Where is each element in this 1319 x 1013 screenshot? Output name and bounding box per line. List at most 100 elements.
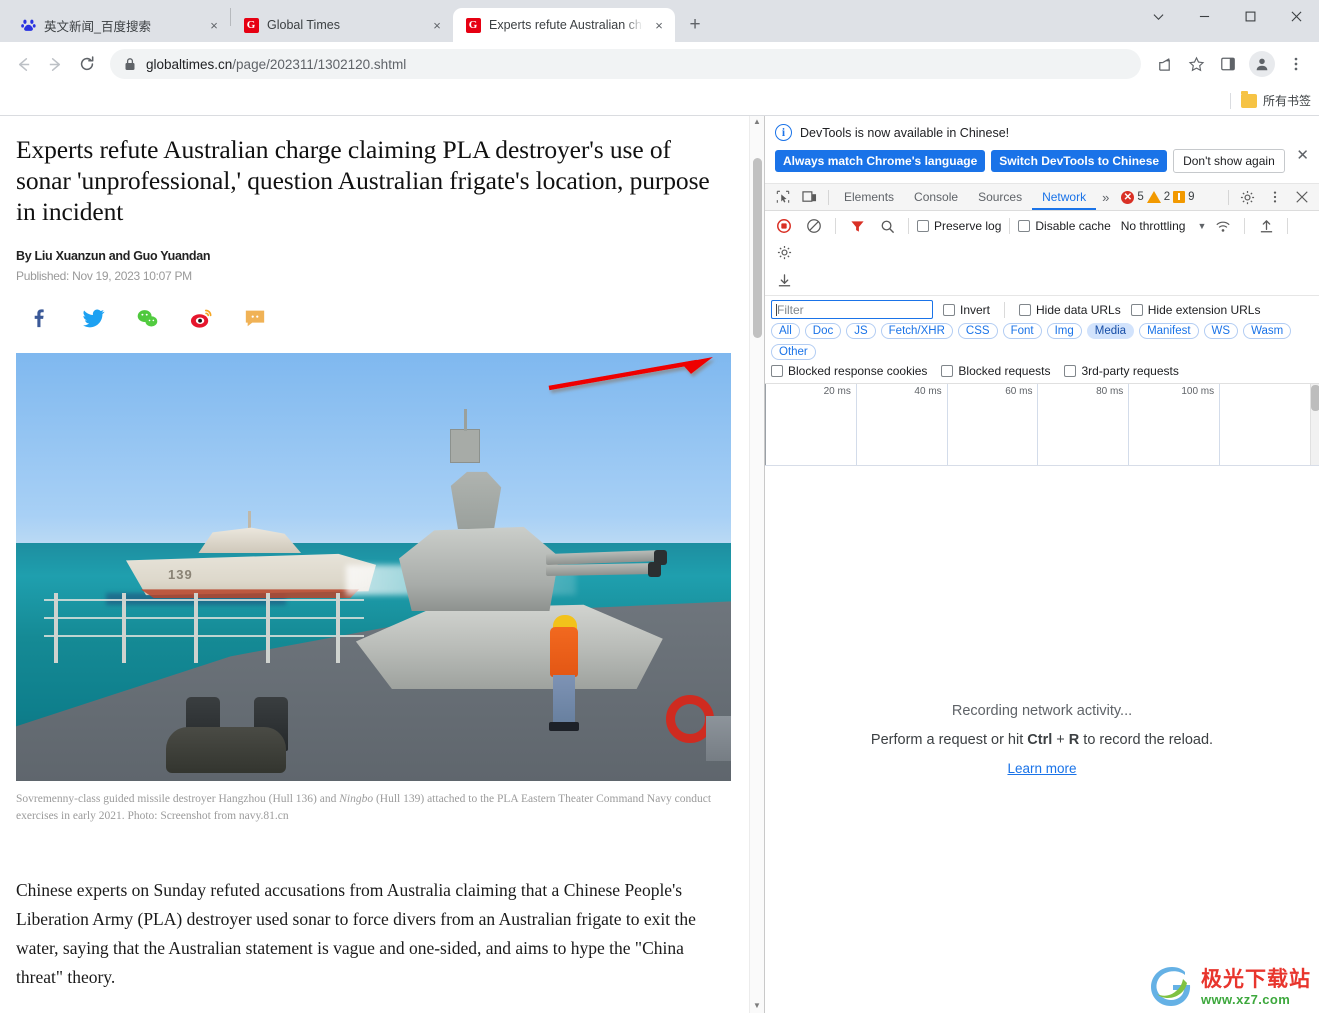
- devtools-panel: i DevTools is now available in Chinese! …: [764, 116, 1319, 1013]
- type-filter-css[interactable]: CSS: [957, 323, 998, 339]
- scrollbar-thumb[interactable]: [752, 158, 762, 338]
- chevron-down-icon[interactable]: ▼: [1197, 221, 1206, 231]
- filter-funnel-icon[interactable]: [844, 214, 870, 238]
- close-devtools-icon[interactable]: [1288, 185, 1315, 210]
- issue-badges[interactable]: ✕ 5 2 9: [1121, 190, 1195, 204]
- invert-checkbox[interactable]: Invert: [943, 303, 990, 317]
- scrollbar-thumb[interactable]: [1310, 385, 1319, 411]
- checkbox-box: [917, 220, 929, 232]
- side-panel-icon[interactable]: [1213, 49, 1243, 79]
- filter-placeholder: Filter: [777, 302, 804, 317]
- import-har-icon[interactable]: [1253, 214, 1279, 238]
- warning-icon: [1146, 191, 1161, 203]
- new-tab-button[interactable]: +: [681, 11, 709, 39]
- blocked-response-cookies-checkbox[interactable]: Blocked response cookies: [771, 364, 927, 378]
- type-filter-media[interactable]: Media: [1086, 323, 1135, 339]
- checkbox-box: [771, 365, 783, 377]
- tab-console[interactable]: Console: [904, 184, 968, 210]
- share-icon[interactable]: [1149, 49, 1179, 79]
- close-icon[interactable]: [1273, 0, 1319, 32]
- tab-title: 英文新闻_百度搜索: [44, 19, 151, 34]
- network-empty-state: Recording network activity... Perform a …: [765, 466, 1319, 1013]
- watermark-url: www.xz7.com: [1201, 991, 1291, 1007]
- tab-elements[interactable]: Elements: [834, 184, 904, 210]
- kebab-menu-icon[interactable]: [1261, 185, 1288, 210]
- issue-count: 9: [1188, 191, 1195, 203]
- search-input[interactable]: Filter: [771, 300, 933, 319]
- tab-network[interactable]: Network: [1032, 184, 1096, 210]
- network-timeline-overview[interactable]: 20 ms 40 ms 60 ms 80 ms 100 ms: [765, 384, 1319, 466]
- hide-data-urls-checkbox[interactable]: Hide data URLs: [1019, 303, 1121, 317]
- type-filter-doc[interactable]: Doc: [804, 323, 842, 339]
- type-filter-js[interactable]: JS: [846, 323, 876, 339]
- search-icon[interactable]: [874, 214, 900, 238]
- clear-icon[interactable]: [801, 214, 827, 238]
- issue-icon: [1173, 191, 1186, 203]
- export-har-icon[interactable]: [771, 268, 797, 292]
- type-filter-fetch-xhr[interactable]: Fetch/XHR: [880, 323, 953, 339]
- chevron-down-icon[interactable]: [1135, 0, 1181, 32]
- always-match-language-button[interactable]: Always match Chrome's language: [775, 150, 986, 172]
- site-watermark: 极光下载站 www.xz7.com: [1151, 967, 1311, 1007]
- scroll-up-arrow-icon[interactable]: ▲: [753, 118, 761, 126]
- close-notice-icon[interactable]: ✕: [1296, 148, 1309, 163]
- profile-avatar-icon[interactable]: [1249, 51, 1275, 77]
- throttling-dropdown[interactable]: No throttling: [1121, 219, 1186, 233]
- type-filter-manifest[interactable]: Manifest: [1139, 323, 1199, 339]
- switch-to-chinese-button[interactable]: Switch DevTools to Chinese: [991, 150, 1168, 172]
- inspect-element-icon[interactable]: [769, 185, 796, 210]
- comment-icon[interactable]: [242, 305, 268, 331]
- dont-show-again-button[interactable]: Don't show again: [1173, 149, 1285, 173]
- type-filter-other[interactable]: Other: [771, 344, 816, 360]
- record-stop-icon[interactable]: [771, 214, 797, 238]
- type-filter-font[interactable]: Font: [1002, 323, 1042, 339]
- tab-close-button[interactable]: ×: [429, 17, 445, 33]
- forward-arrow-icon[interactable]: [40, 49, 70, 79]
- twitter-icon[interactable]: [80, 305, 106, 331]
- weibo-icon[interactable]: [188, 305, 214, 331]
- main-area: Experts refute Australian charge claimin…: [0, 116, 1319, 1013]
- wechat-icon[interactable]: [134, 305, 160, 331]
- gun-turret: [399, 526, 559, 612]
- tab-sources[interactable]: Sources: [968, 184, 1032, 210]
- settings-gear-icon[interactable]: [771, 240, 797, 264]
- timeline-scrollbar[interactable]: [1309, 384, 1319, 465]
- network-conditions-icon[interactable]: [1210, 214, 1236, 238]
- learn-more-link[interactable]: Learn more: [1007, 761, 1076, 776]
- third-party-requests-checkbox[interactable]: 3rd-party requests: [1064, 364, 1179, 378]
- more-tabs-icon[interactable]: »: [1096, 190, 1115, 205]
- tab-close-button[interactable]: ×: [206, 17, 222, 33]
- reload-icon[interactable]: [72, 49, 102, 79]
- maximize-icon[interactable]: [1227, 0, 1273, 32]
- browser-tab-1[interactable]: 英文新闻_百度搜索 ×: [8, 8, 230, 42]
- tab-close-button[interactable]: ×: [651, 17, 667, 33]
- type-filter-wasm[interactable]: Wasm: [1243, 323, 1292, 339]
- hide-extension-urls-checkbox[interactable]: Hide extension URLs: [1130, 303, 1260, 317]
- device-toolbar-icon[interactable]: [796, 185, 823, 210]
- address-bar[interactable]: globaltimes.cn/page/202311/1302120.shtml: [110, 49, 1141, 79]
- disable-cache-checkbox[interactable]: Disable cache: [1018, 219, 1111, 233]
- hide-data-urls-label: Hide data URLs: [1036, 302, 1121, 317]
- scroll-down-arrow-icon[interactable]: ▼: [753, 1002, 761, 1010]
- disable-cache-label: Disable cache: [1035, 219, 1111, 233]
- all-bookmarks-label[interactable]: 所有书签: [1263, 92, 1311, 109]
- minimize-icon[interactable]: [1181, 0, 1227, 32]
- back-arrow-icon[interactable]: [8, 49, 38, 79]
- page-scrollbar[interactable]: ▲ ▼: [749, 116, 764, 1013]
- settings-gear-icon[interactable]: [1234, 185, 1261, 210]
- lock-icon: [124, 57, 136, 71]
- error-count: 5: [1137, 191, 1144, 203]
- mast-pole: [464, 409, 467, 432]
- type-filter-all[interactable]: All: [771, 323, 800, 339]
- kebab-menu-icon[interactable]: [1281, 49, 1311, 79]
- browser-tab-2[interactable]: G Global Times ×: [231, 8, 453, 42]
- facebook-icon[interactable]: [26, 305, 52, 331]
- type-filter-img[interactable]: Img: [1046, 323, 1082, 339]
- aurora-logo-icon: [1151, 967, 1191, 1006]
- preserve-log-checkbox[interactable]: Preserve log: [917, 219, 1001, 233]
- caption-italic-ship-name: Ningbo: [339, 793, 374, 806]
- type-filter-ws[interactable]: WS: [1203, 323, 1239, 339]
- browser-tab-3-active[interactable]: G Experts refute Australian char ×: [453, 8, 675, 42]
- bookmark-star-icon[interactable]: [1181, 49, 1211, 79]
- blocked-requests-checkbox[interactable]: Blocked requests: [941, 364, 1050, 378]
